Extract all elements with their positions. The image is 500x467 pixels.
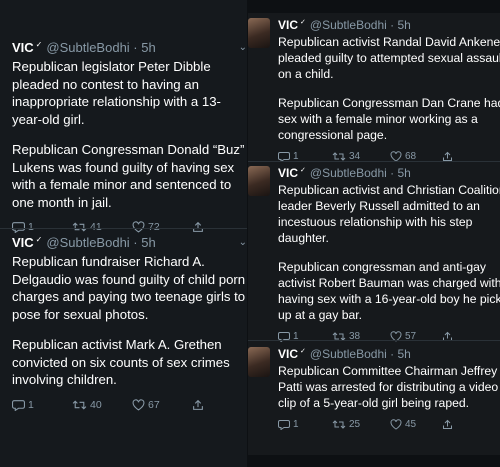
retweet-icon bbox=[72, 399, 87, 410]
right-screenshot-panel: VIC ✓ @SubtleBodhi · 5h Republican activ… bbox=[248, 13, 500, 455]
tweet-paragraph: Republican legislator Peter Dibble plead… bbox=[12, 59, 221, 127]
tweet-actions: 1 41 72 bbox=[12, 221, 247, 233]
tweet[interactable]: VIC ✓ @SubtleBodhi · 5h Republican activ… bbox=[248, 18, 500, 162]
like-count: 72 bbox=[148, 221, 160, 233]
author-handle[interactable]: @SubtleBodhi · 5h bbox=[310, 347, 411, 362]
tweet-paragraph: Republican Committee Chairman Jeffrey Pa… bbox=[278, 364, 499, 410]
tweet-divider bbox=[248, 340, 500, 341]
like-icon bbox=[132, 221, 145, 233]
tweet-divider bbox=[248, 161, 500, 162]
tweet-text: Republican Committee Chairman Jeffrey Pa… bbox=[278, 363, 500, 411]
reply-count: 1 bbox=[293, 419, 299, 430]
author-handle[interactable]: @SubtleBodhi · 5h bbox=[46, 235, 155, 250]
tweet-header: VIC ✓ @SubtleBodhi · 5h bbox=[278, 166, 500, 181]
tweet[interactable]: VIC ✓ @SubtleBodhi · 5h Republican Commi… bbox=[248, 347, 500, 430]
tweet[interactable]: VIC ✓ @SubtleBodhi · 5h Republican activ… bbox=[248, 166, 500, 342]
tweet-actions: 1 25 45 bbox=[278, 419, 500, 430]
retweet-button[interactable]: 25 bbox=[332, 419, 390, 430]
author-name[interactable]: VIC bbox=[12, 40, 34, 55]
share-icon bbox=[193, 221, 203, 232]
verified-badge-icon: ✓ bbox=[300, 167, 306, 174]
reply-button[interactable]: 1 bbox=[278, 419, 332, 430]
tweet[interactable]: VIC ✓ @SubtleBodhi · 5h ⌄ Republican fun… bbox=[0, 235, 247, 411]
share-button[interactable] bbox=[192, 221, 204, 233]
tweet-header: VIC ✓ @SubtleBodhi · 5h bbox=[12, 235, 247, 250]
author-name[interactable]: VIC bbox=[12, 235, 34, 250]
tweet-header: VIC ✓ @SubtleBodhi · 5h bbox=[278, 347, 500, 362]
author-handle[interactable]: @SubtleBodhi · 5h bbox=[310, 166, 411, 181]
retweet-button[interactable]: 40 bbox=[72, 399, 132, 411]
tweet-paragraph: Republican Congressman Dan Crane had sex… bbox=[278, 96, 500, 142]
reply-icon bbox=[278, 420, 290, 430]
left-screenshot-panel: VIC ✓ @SubtleBodhi · 5h ⌄ Republican leg… bbox=[0, 0, 247, 467]
author-name[interactable]: VIC bbox=[278, 347, 298, 362]
like-button[interactable]: 45 bbox=[390, 419, 442, 430]
reply-icon bbox=[12, 399, 25, 411]
chevron-down-icon[interactable]: ⌄ bbox=[239, 237, 247, 248]
like-count: 67 bbox=[148, 398, 160, 411]
tweet-paragraph: Republican activist Mark A. Grethen conv… bbox=[12, 337, 230, 387]
like-count: 45 bbox=[405, 419, 417, 430]
author-name[interactable]: VIC bbox=[278, 18, 298, 33]
retweet-button[interactable]: 41 bbox=[72, 221, 132, 233]
tweet-paragraph: Republican activist and Christian Coalit… bbox=[278, 183, 500, 245]
avatar[interactable] bbox=[248, 347, 270, 377]
tweet-header: VIC ✓ @SubtleBodhi · 5h bbox=[12, 40, 247, 55]
verified-badge-icon: ✓ bbox=[35, 40, 43, 49]
tweet-paragraph: Republican activist Randal David Ankeney… bbox=[278, 35, 500, 81]
retweet-icon bbox=[72, 222, 87, 232]
verified-badge-icon: ✓ bbox=[300, 348, 306, 355]
tweet-text: Republican fundraiser Richard A. Delgaud… bbox=[12, 253, 247, 389]
retweet-count: 41 bbox=[90, 221, 102, 233]
like-icon bbox=[390, 419, 402, 430]
like-icon bbox=[132, 398, 145, 411]
reply-button[interactable]: 1 bbox=[12, 399, 72, 411]
author-name[interactable]: VIC bbox=[278, 166, 298, 181]
share-icon bbox=[193, 399, 203, 410]
tweet-paragraph: Republican congressman and anti-gay acti… bbox=[278, 260, 500, 322]
author-handle[interactable]: @SubtleBodhi · 5h bbox=[46, 40, 155, 55]
avatar[interactable] bbox=[248, 18, 270, 48]
tweet-text: Republican legislator Peter Dibble plead… bbox=[12, 58, 247, 211]
like-button[interactable]: 67 bbox=[132, 399, 192, 411]
reply-icon bbox=[12, 222, 25, 233]
tweet-paragraph: Republican fundraiser Richard A. Delgaud… bbox=[12, 254, 246, 322]
share-button[interactable] bbox=[192, 399, 204, 411]
retweet-icon bbox=[332, 420, 346, 429]
verified-badge-icon: ✓ bbox=[35, 235, 43, 244]
retweet-count: 25 bbox=[349, 419, 361, 430]
tweet-actions: 1 40 67 bbox=[12, 399, 247, 411]
avatar[interactable] bbox=[248, 166, 270, 196]
chevron-down-icon[interactable]: ⌄ bbox=[239, 42, 247, 53]
reply-count: 1 bbox=[28, 398, 34, 411]
tweet-text: Republican activist Randal David Ankeney… bbox=[278, 34, 500, 143]
like-button[interactable]: 72 bbox=[132, 221, 192, 233]
reply-count: 1 bbox=[28, 221, 34, 233]
tweet[interactable]: VIC ✓ @SubtleBodhi · 5h ⌄ Republican leg… bbox=[0, 40, 247, 233]
tweet-text: Republican activist and Christian Coalit… bbox=[278, 182, 500, 323]
share-button[interactable] bbox=[442, 419, 453, 430]
tweet-header: VIC ✓ @SubtleBodhi · 5h bbox=[278, 18, 500, 33]
verified-badge-icon: ✓ bbox=[300, 19, 306, 26]
tweet-divider bbox=[0, 228, 247, 229]
share-icon bbox=[443, 419, 452, 429]
tweet-paragraph: Republican Congressman Donald “Buz” Luke… bbox=[12, 142, 245, 210]
retweet-count: 40 bbox=[90, 398, 102, 411]
author-handle[interactable]: @SubtleBodhi · 5h bbox=[310, 18, 411, 33]
